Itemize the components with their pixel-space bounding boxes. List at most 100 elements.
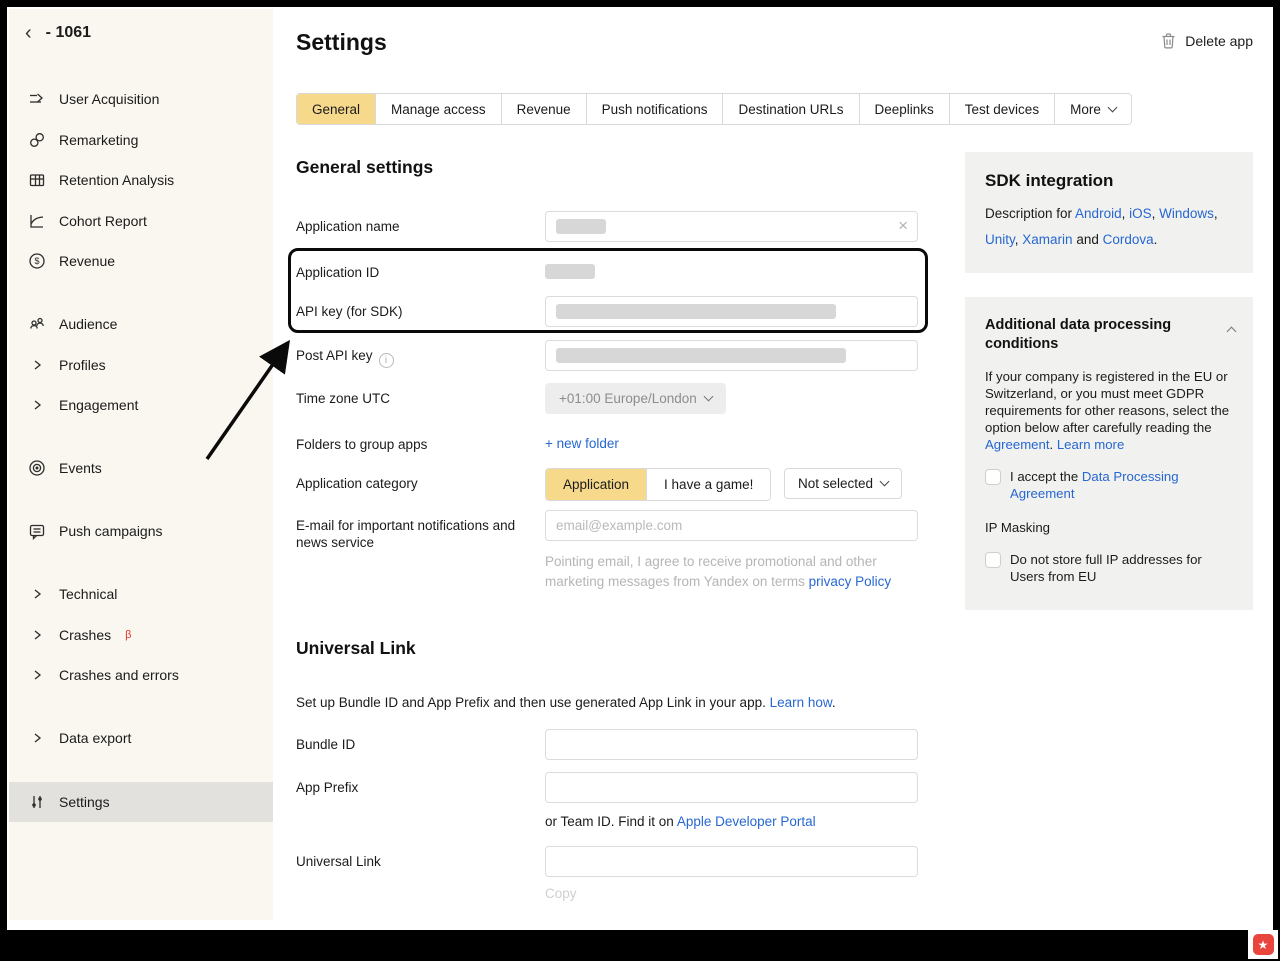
chevron-right-icon	[26, 729, 48, 747]
tab-test-devices[interactable]: Test devices	[949, 94, 1054, 124]
category-dropdown[interactable]: Not selected	[784, 468, 902, 499]
app-prefix-label: App Prefix	[296, 779, 541, 796]
learn-how-link[interactable]: Learn how	[770, 695, 832, 710]
windows-link[interactable]: Windows	[1159, 206, 1214, 221]
tab-deeplinks[interactable]: Deeplinks	[859, 94, 949, 124]
universal-link-input[interactable]	[545, 846, 918, 877]
new-folder-link[interactable]: + new folder	[545, 436, 619, 451]
api-key-input[interactable]	[545, 296, 918, 327]
bundle-id-row: Bundle ID	[296, 729, 953, 760]
delete-app-label: Delete app	[1185, 33, 1253, 49]
gdpr-panel: Additional data processing conditions If…	[965, 297, 1253, 610]
sidebar-item-user-acquisition[interactable]: User Acquisition	[9, 79, 273, 119]
chevron-down-icon	[880, 477, 890, 487]
collapse-chevron-icon[interactable]	[1227, 327, 1237, 337]
time-zone-label: Time zone UTC	[296, 390, 541, 407]
cordova-link[interactable]: Cordova	[1103, 232, 1154, 247]
back-button[interactable]: ‹ - 1061	[25, 23, 91, 43]
tab-more-label: More	[1070, 102, 1101, 117]
application-category-label: Application category	[296, 475, 541, 492]
sidebar-item-push-campaigns[interactable]: Push campaigns	[9, 511, 273, 551]
accept-agreement-label: I accept the Data Processing Agreement	[1010, 468, 1233, 502]
learn-more-link[interactable]: Learn more	[1057, 437, 1124, 452]
ip-masking-checkbox[interactable]	[985, 552, 1001, 568]
sidebar-item-profiles[interactable]: Profiles	[9, 345, 273, 385]
category-dropdown-value: Not selected	[798, 476, 873, 491]
sidebar-item-settings[interactable]: Settings	[9, 782, 273, 822]
email-input[interactable]	[545, 510, 918, 541]
apple-developer-portal-link[interactable]: Apple Developer Portal	[677, 814, 816, 829]
delete-app-button[interactable]: Delete app	[1160, 32, 1253, 50]
sidebar-item-revenue[interactable]: $ Revenue	[9, 241, 273, 281]
tab-push-notifications[interactable]: Push notifications	[586, 94, 723, 124]
category-option-application[interactable]: Application	[546, 469, 646, 500]
sidebar-item-cohort-report[interactable]: Cohort Report	[9, 201, 273, 241]
chevron-right-icon	[26, 585, 48, 603]
sidebar: ‹ - 1061 User Acquisition Remarketing Re…	[9, 9, 273, 920]
application-id-label: Application ID	[296, 264, 541, 281]
sidebar-item-data-export[interactable]: Data export	[9, 718, 273, 758]
tab-revenue[interactable]: Revenue	[501, 94, 586, 124]
app-prefix-note: or Team ID. Find it on Apple Developer P…	[545, 812, 918, 832]
sidebar-item-events[interactable]: Events	[9, 448, 273, 488]
star-icon[interactable]: ★	[1253, 934, 1274, 955]
folders-label: Folders to group apps	[296, 436, 541, 453]
app-prefix-row: App Prefix or Team ID. Find it on Apple …	[296, 772, 953, 842]
ios-link[interactable]: iOS	[1129, 206, 1152, 221]
accept-agreement-row: I accept the Data Processing Agreement	[985, 468, 1233, 502]
category-segmented-control: Application I have a game!	[545, 468, 771, 501]
sidebar-item-retention-analysis[interactable]: Retention Analysis	[9, 160, 273, 200]
clear-icon[interactable]: ×	[898, 217, 908, 234]
chevron-down-icon	[1107, 102, 1117, 112]
ip-masking-label: IP Masking	[985, 519, 1233, 536]
time-zone-select[interactable]: +01:00 Europe/London	[545, 383, 726, 414]
app-prefix-input[interactable]	[545, 772, 918, 803]
sdk-panel-description: Description for Android, iOS, Windows, U…	[985, 201, 1233, 253]
sidebar-item-audience[interactable]: Audience	[9, 304, 273, 344]
sidebar-item-label: Crashes and errors	[59, 667, 179, 683]
category-option-game[interactable]: I have a game!	[646, 469, 770, 500]
tab-manage-access[interactable]: Manage access	[375, 94, 501, 124]
cohort-report-icon	[26, 212, 48, 230]
post-api-key-row: Post API keyi	[296, 340, 953, 371]
post-api-key-label: Post API keyi	[296, 347, 541, 368]
sidebar-item-technical[interactable]: Technical	[9, 574, 273, 614]
chevron-right-icon	[26, 666, 48, 684]
bundle-id-label: Bundle ID	[296, 736, 541, 753]
privacy-policy-link[interactable]: privacy Policy	[809, 574, 892, 589]
tab-more[interactable]: More	[1054, 94, 1131, 124]
back-chevron-icon: ‹	[25, 23, 32, 43]
universal-link-label: Universal Link	[296, 853, 541, 870]
chevron-right-icon	[26, 356, 48, 374]
redacted-value	[556, 348, 846, 363]
application-category-row: Application category Application I have …	[296, 468, 953, 499]
sidebar-item-remarketing[interactable]: Remarketing	[9, 120, 273, 160]
sidebar-item-label: User Acquisition	[59, 91, 159, 107]
application-name-input[interactable]: ×	[545, 211, 918, 242]
sidebar-item-crashes[interactable]: Crashes β	[9, 615, 273, 655]
unity-link[interactable]: Unity	[985, 232, 1015, 247]
copy-button[interactable]: Copy	[545, 884, 577, 904]
application-id-row: Application ID	[296, 261, 953, 281]
tab-destination-urls[interactable]: Destination URLs	[722, 94, 858, 124]
tab-general[interactable]: General	[297, 94, 375, 124]
general-settings-heading: General settings	[296, 157, 433, 178]
post-api-key-input[interactable]	[545, 340, 918, 371]
settings-sliders-icon	[26, 793, 48, 811]
sidebar-item-label: Cohort Report	[59, 213, 147, 229]
svg-text:$: $	[34, 256, 39, 266]
sidebar-item-engagement[interactable]: Engagement	[9, 385, 273, 425]
info-icon[interactable]: i	[379, 353, 394, 368]
audience-icon	[26, 315, 48, 333]
agreement-link[interactable]: Agreement	[985, 437, 1050, 452]
android-link[interactable]: Android	[1075, 206, 1122, 221]
chevron-down-icon	[703, 392, 713, 402]
sidebar-item-crashes-and-errors[interactable]: Crashes and errors	[9, 655, 273, 695]
accept-agreement-checkbox[interactable]	[985, 469, 1001, 485]
bundle-id-input[interactable]	[545, 729, 918, 760]
xamarin-link[interactable]: Xamarin	[1022, 232, 1072, 247]
sidebar-item-label: Profiles	[59, 357, 106, 373]
retention-analysis-icon	[26, 171, 48, 189]
sidebar-item-label: Settings	[59, 794, 110, 810]
chevron-right-icon	[26, 396, 48, 414]
